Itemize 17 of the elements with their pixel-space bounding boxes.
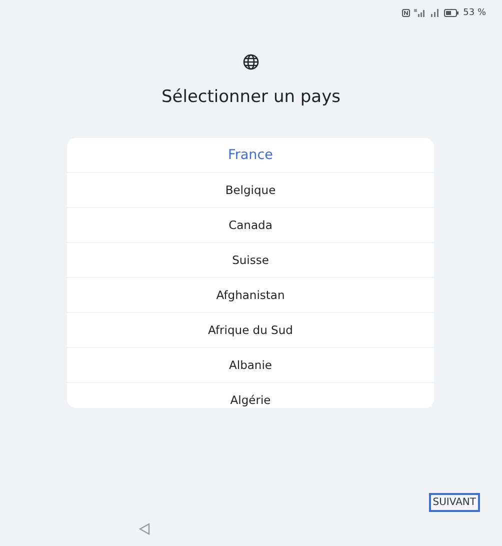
back-icon[interactable] [139,523,150,535]
country-item[interactable]: Suisse [67,243,434,278]
country-item[interactable]: Belgique [67,173,434,208]
country-item[interactable]: Afrique du Sud [67,313,434,348]
signal-icon [430,9,440,17]
battery-percent: 53 % [463,8,486,18]
signal-icon [414,9,426,17]
country-item[interactable]: Afghanistan [67,278,434,313]
globe-icon [243,54,259,70]
country-item[interactable]: France [67,138,434,173]
country-item[interactable]: Albanie [67,348,434,383]
nfc-icon [402,9,410,17]
country-item[interactable]: Algérie [67,383,434,408]
page-title: Sélectionner un pays [161,87,341,107]
battery-icon [444,9,460,17]
country-item[interactable]: Canada [67,208,434,243]
next-button[interactable]: SUIVANT [428,493,480,512]
